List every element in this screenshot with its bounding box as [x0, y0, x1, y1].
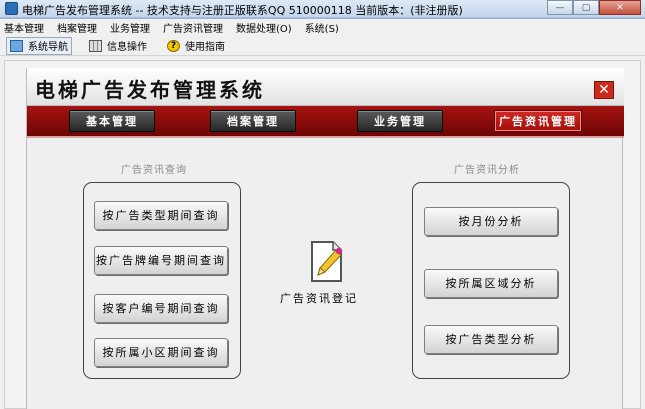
query-by-ad-type-button[interactable]: 按广告类型期间查询	[94, 201, 228, 230]
analyze-by-ad-type-button[interactable]: 按广告类型分析	[424, 325, 558, 354]
window-title: 电梯广告发布管理系统 -- 技术支持与注册正版联系QQ 510000118 当前…	[22, 4, 463, 17]
menu-bar: 基本管理 档案管理 业务管理 广告资讯管理 数据处理(O) 系统(S)	[0, 19, 645, 36]
toolbar-user-guide[interactable]: ? 使用指南	[164, 37, 228, 55]
window-controls: — ▢ ✕	[547, 0, 641, 16]
app-header: 电梯广告发布管理系统 ✕	[27, 68, 624, 106]
query-by-billboard-number-button[interactable]: 按广告牌编号期间查询	[94, 246, 228, 275]
toolbar: 系统导航 信息操作 ? 使用指南	[0, 36, 645, 56]
nav-business-management[interactable]: 业务管理	[357, 110, 443, 132]
app-title: 电梯广告发布管理系统	[35, 78, 265, 102]
toolbar-system-navigation[interactable]: 系统导航	[6, 36, 72, 55]
analyze-by-month-button[interactable]: 按月份分析	[424, 207, 558, 236]
ad-info-register-label[interactable]: 广告资讯登记	[280, 290, 358, 306]
close-window-button[interactable]: ✕	[599, 0, 641, 15]
window-title-bar: 电梯广告发布管理系统 -- 技术支持与注册正版联系QQ 510000118 当前…	[0, 0, 645, 18]
analysis-section-title: 广告资讯分析	[454, 165, 520, 176]
nav-ad-info-management[interactable]: 广告资讯管理	[494, 110, 582, 132]
toolbar-label: 使用指南	[185, 42, 225, 53]
grid-icon	[89, 39, 102, 52]
module-nav-bar: 基本管理 档案管理 业务管理 广告资讯管理	[27, 106, 624, 138]
app-panel: 电梯广告发布管理系统 ✕ 基本管理 档案管理 业务管理 广告资讯管理 广告资讯查…	[26, 68, 624, 409]
help-icon: ?	[167, 39, 180, 52]
maximize-button[interactable]: ▢	[573, 0, 599, 15]
nav-archive-management[interactable]: 档案管理	[210, 110, 296, 132]
app-close-button[interactable]: ✕	[594, 81, 614, 99]
analyze-by-region-button[interactable]: 按所属区域分析	[424, 269, 558, 298]
toolbar-info-operation[interactable]: 信息操作	[86, 37, 150, 55]
edit-document-icon[interactable]	[308, 239, 346, 285]
monitor-icon	[10, 39, 23, 52]
menu-basic-management[interactable]: 基本管理	[4, 20, 44, 35]
toolbar-label: 系统导航	[28, 42, 68, 53]
toolbar-label: 信息操作	[107, 42, 147, 53]
menu-business-management[interactable]: 业务管理	[110, 20, 150, 35]
query-section-title: 广告资讯查询	[121, 165, 187, 176]
query-by-community-button[interactable]: 按所属小区期间查询	[94, 338, 228, 367]
app-icon	[5, 2, 18, 15]
menu-system[interactable]: 系统(S)	[305, 20, 339, 35]
menu-archive-management[interactable]: 档案管理	[57, 20, 97, 35]
query-by-customer-number-button[interactable]: 按客户编号期间查询	[94, 294, 228, 323]
menu-ad-info-management[interactable]: 广告资讯管理	[163, 20, 223, 35]
menu-data-processing[interactable]: 数据处理(O)	[236, 20, 292, 35]
nav-basic-management[interactable]: 基本管理	[69, 110, 155, 132]
minimize-button[interactable]: —	[547, 0, 573, 15]
